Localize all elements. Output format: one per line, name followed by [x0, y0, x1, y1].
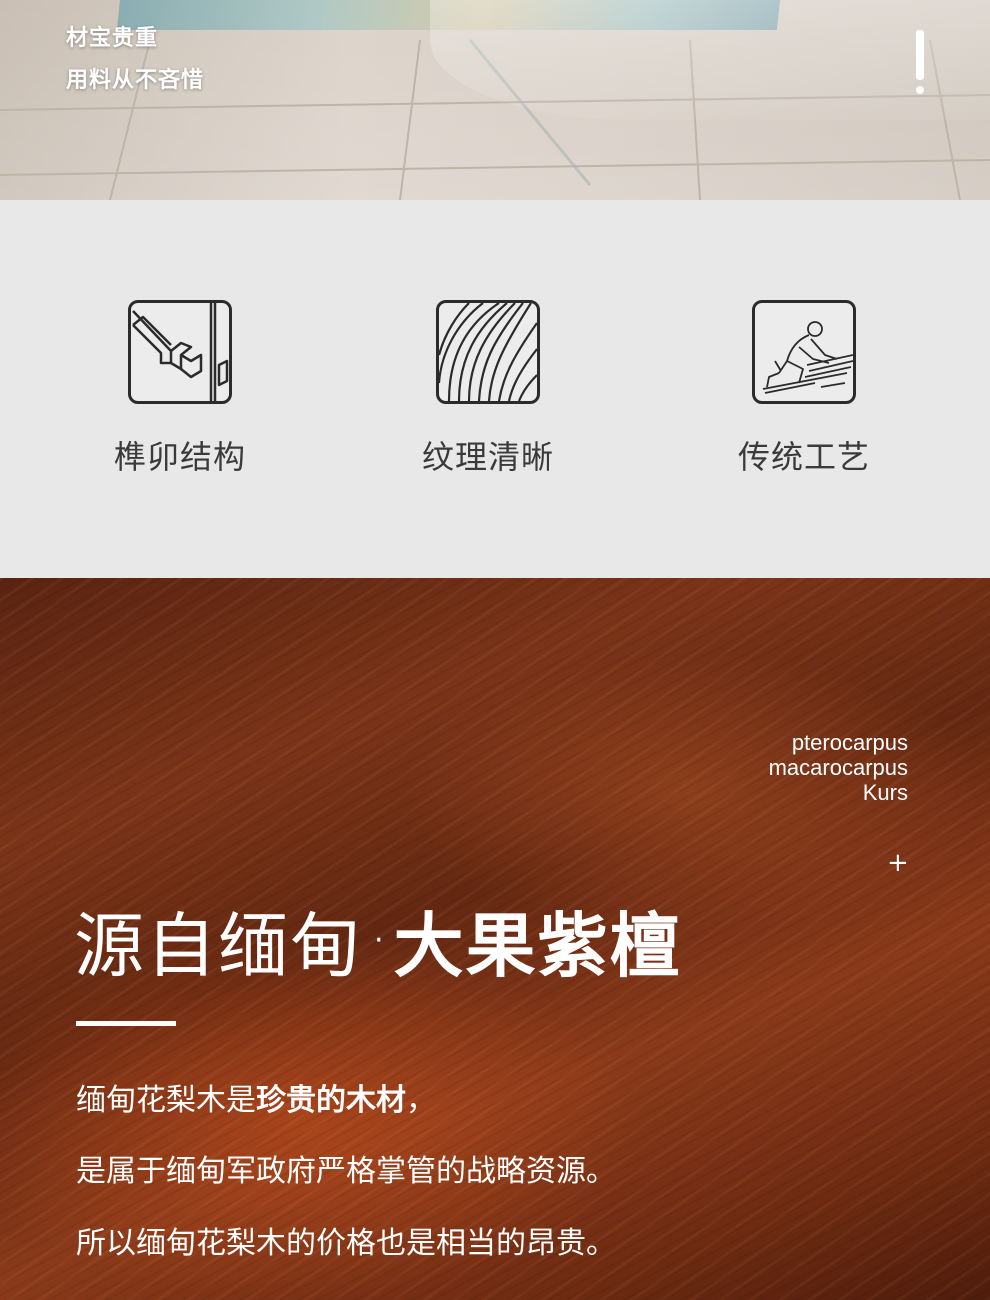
feature-label: 榫卯结构	[113, 438, 246, 476]
title-wood-name: 大果紫檀	[393, 905, 682, 987]
banner-line-1: 材宝贵重	[66, 26, 159, 51]
title-origin: 源自缅甸	[74, 905, 362, 987]
craftsman-icon	[752, 300, 856, 404]
title-underline	[76, 1021, 176, 1026]
description-line-2: 是属于缅甸军政府严格掌管的战略资源。	[76, 1154, 616, 1189]
feature-row: 榫卯结构 纹理清晰 传统工艺	[0, 200, 990, 578]
feature-label: 传统工艺	[737, 438, 870, 476]
feature-traditional-craft: 传统工艺	[694, 300, 914, 478]
desc-emphasis: 珍贵的木材	[256, 1083, 406, 1118]
description-line-1: 缅甸花梨木是珍贵的木材，	[76, 1075, 436, 1119]
section-title: 源自缅甸 · 大果紫檀	[74, 890, 682, 991]
plus-icon: +	[887, 848, 909, 878]
feature-mortise-tenon: 榫卯结构	[70, 300, 290, 478]
desc-normal: 缅甸花梨木是	[76, 1083, 256, 1118]
latin-line: Kurs	[862, 780, 908, 805]
title-separator: ·	[374, 923, 384, 958]
banner-line-2: 用料从不吝惜	[66, 68, 205, 93]
top-banner: 材宝贵重 用料从不吝惜	[0, 0, 990, 200]
latin-line: pterocarpus	[791, 730, 908, 755]
glass-reflection	[430, 0, 990, 120]
description-line-3: 所以缅甸花梨木的价格也是相当的昂贵。	[76, 1226, 616, 1261]
feature-wood-grain: 纹理清晰	[378, 300, 598, 478]
wood-grain-icon	[436, 300, 540, 404]
exclamation-icon	[914, 30, 926, 96]
mortise-tenon-icon	[128, 300, 232, 404]
feature-label: 纹理清晰	[421, 438, 554, 476]
wood-texture-section: pterocarpus macarocarpus Kurs + 源自缅甸 · 大…	[0, 578, 990, 1300]
desc-punct: ，	[406, 1083, 436, 1118]
latin-species-name: pterocarpus macarocarpus Kurs	[769, 730, 908, 805]
latin-line: macarocarpus	[768, 755, 908, 780]
